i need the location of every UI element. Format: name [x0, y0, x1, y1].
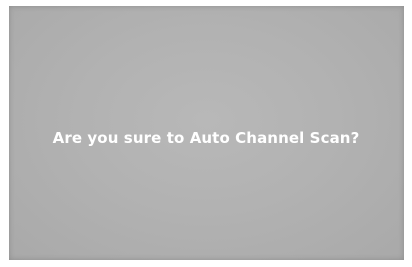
auto-channel-scan-confirmation-message: Are you sure to Auto Channel Scan? [52, 129, 360, 147]
display-frame: Are you sure to Auto Channel Scan? [0, 0, 412, 267]
